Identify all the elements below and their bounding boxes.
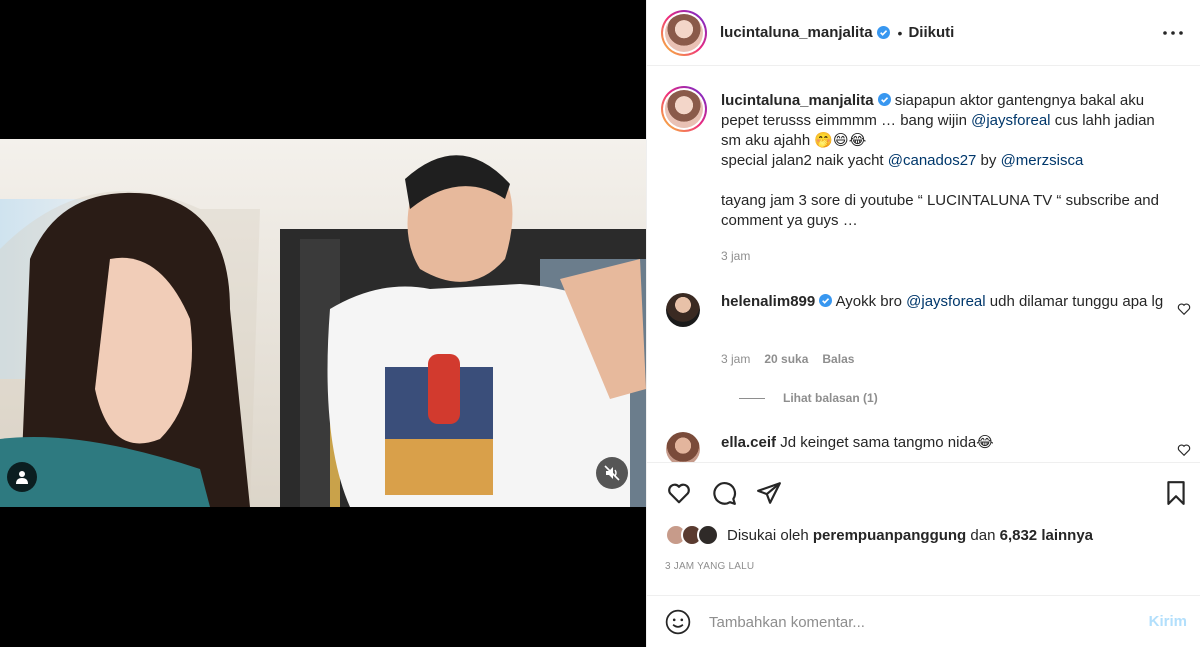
- add-comment-bar: Kirim: [647, 595, 1200, 647]
- verified-badge-icon: [876, 26, 890, 39]
- mention-link[interactable]: @jaysforeal: [971, 112, 1050, 129]
- commenter-avatar[interactable]: [666, 432, 700, 462]
- caption-part: special jalan2 naik yacht: [721, 152, 888, 169]
- user-tag-button[interactable]: [7, 462, 37, 492]
- verified-badge-icon: [819, 294, 833, 307]
- commenter-avatar[interactable]: [666, 293, 700, 327]
- post-media: [0, 0, 646, 647]
- author-avatar[interactable]: [661, 9, 707, 56]
- separator-dot: •: [897, 24, 903, 41]
- comment-part: Jd keinget sama tangmo nida😂: [780, 434, 994, 451]
- commenter-username[interactable]: helenalim899: [721, 293, 815, 310]
- replies-divider: [739, 397, 765, 399]
- view-replies-button[interactable]: Lihat balasan (1): [739, 391, 878, 405]
- comment-text: helenalim899 Ayokk bro @jaysforeal udh d…: [721, 292, 1176, 312]
- caption-author-avatar[interactable]: [661, 86, 707, 132]
- liker-username[interactable]: perempuanpanggung: [813, 527, 966, 544]
- more-options-icon: [1163, 31, 1183, 35]
- comment-text: ella.ceif Jd keinget sama tangmo nida😂: [721, 433, 1176, 453]
- comments-list[interactable]: lucintaluna_manjalita siapapun aktor gan…: [647, 67, 1200, 462]
- mention-link[interactable]: @canados27: [888, 152, 977, 169]
- post-video[interactable]: [0, 139, 646, 507]
- comment-time: 3 jam: [721, 352, 751, 366]
- caption-part: by: [976, 152, 1001, 169]
- likes-conj: dan: [970, 526, 996, 544]
- post-header: lucintaluna_manjalita • Diikuti: [647, 0, 1200, 66]
- action-bar: [647, 462, 1200, 522]
- commenter-username[interactable]: ella.ceif: [721, 434, 776, 451]
- comment-likes[interactable]: 20 suka: [764, 352, 808, 366]
- bookmark-icon[interactable]: [1163, 480, 1189, 506]
- reply-button[interactable]: Balas: [822, 352, 854, 366]
- follow-status-button[interactable]: Diikuti: [908, 24, 954, 41]
- caption-text: lucintaluna_manjalita siapapun aktor gan…: [721, 91, 1176, 231]
- comment-bubble-icon[interactable]: [711, 480, 737, 506]
- caption-part: tayang jam 3 sore di youtube “ LUCINTALU…: [721, 192, 1159, 229]
- mention-link[interactable]: @merzsisca: [1001, 152, 1084, 169]
- mention-link[interactable]: @jaysforeal: [906, 293, 985, 310]
- caption-username[interactable]: lucintaluna_manjalita: [721, 92, 874, 109]
- speaker-muted-icon: [604, 465, 620, 481]
- comment-item: helenalim899 Ayokk bro @jaysforeal udh d…: [661, 291, 1191, 405]
- likes-prefix: Disukai oleh: [727, 526, 809, 544]
- likes-count[interactable]: 6,832 lainnya: [1000, 527, 1093, 544]
- verified-badge-icon: [877, 93, 891, 106]
- mute-button[interactable]: [596, 457, 628, 489]
- comment-like-icon[interactable]: [1177, 443, 1191, 457]
- post-comment-button[interactable]: Kirim: [1149, 613, 1187, 630]
- user-tag-icon: [16, 471, 28, 484]
- likes-summary: Disukai oleh perempuanpanggung dan 6,832…: [665, 524, 1093, 546]
- caption-meta: 3 jam: [721, 249, 750, 263]
- comment-input[interactable]: [709, 610, 1109, 634]
- heart-icon[interactable]: [666, 480, 692, 506]
- paper-plane-icon[interactable]: [756, 480, 782, 506]
- caption-time: 3 jam: [721, 249, 751, 263]
- liker-avatars[interactable]: [665, 524, 719, 546]
- video-frame: [0, 139, 646, 507]
- smiley-icon[interactable]: [665, 609, 691, 635]
- more-options-button[interactable]: [1161, 21, 1185, 45]
- comment-part: udh dilamar tunggu apa lg: [985, 293, 1164, 310]
- post-caption: lucintaluna_manjalita siapapun aktor gan…: [661, 86, 1191, 266]
- comment-part: Ayokk bro: [835, 293, 907, 310]
- comment-item: ella.ceif Jd keinget sama tangmo nida😂: [661, 432, 1191, 462]
- post-timestamp[interactable]: 3 JAM YANG LALU: [665, 561, 754, 572]
- post-sidebar: lucintaluna_manjalita • Diikuti lucintal…: [646, 0, 1200, 647]
- comment-like-icon[interactable]: [1177, 302, 1191, 316]
- author-username[interactable]: lucintaluna_manjalita: [720, 24, 873, 41]
- comment-meta: 3 jam 20 suka Balas: [721, 352, 854, 366]
- view-replies-label: Lihat balasan (1): [783, 391, 878, 405]
